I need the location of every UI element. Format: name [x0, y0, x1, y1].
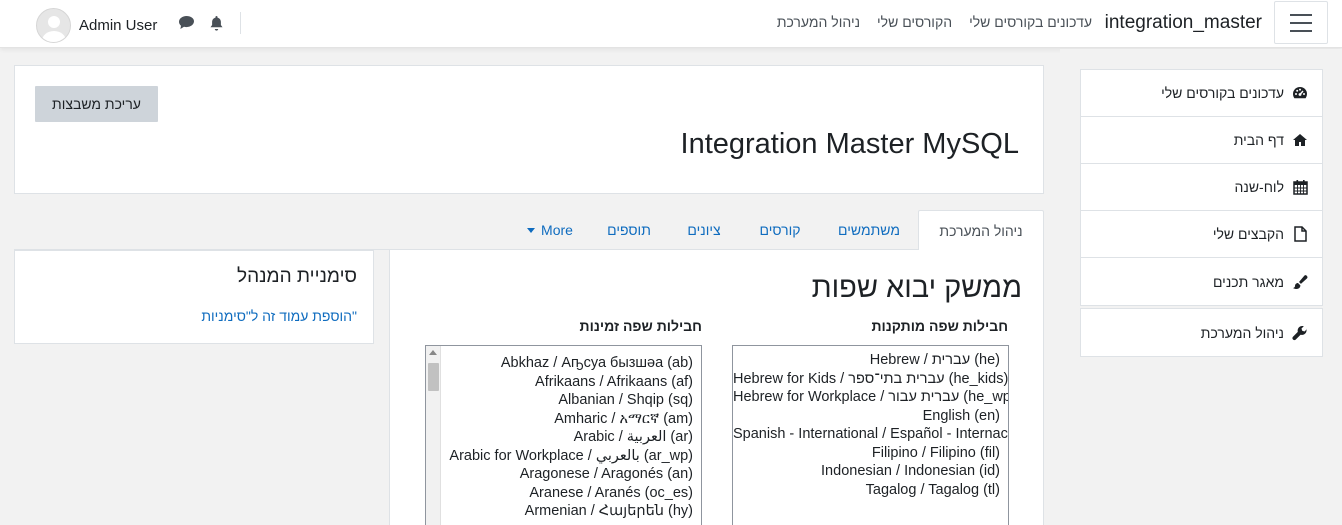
- scroll-thumb[interactable]: [428, 363, 439, 391]
- language-pack-option[interactable]: Aranese / Aranés (oc_es): [426, 484, 701, 503]
- paintbrush-icon: [1292, 274, 1308, 290]
- language-pack-option[interactable]: Amharic / አማርኛ (am): [426, 410, 701, 429]
- main-region: ממשק יבוא שפות חבילות שפה מותקנות חבילות…: [389, 250, 1044, 525]
- language-pack-option[interactable]: Spanish - International / Español - Inte…: [733, 425, 1008, 444]
- language-pack-option[interactable]: Armenian / Հայերեն (hy): [426, 502, 701, 521]
- hamburger-icon-line: [1290, 21, 1312, 24]
- language-pack-option[interactable]: Arabic for Workplace / بالعربي (ar_wp): [426, 447, 701, 466]
- file-icon: [1292, 226, 1308, 242]
- language-pack-option[interactable]: Albanian / Shqip (sq): [426, 391, 701, 410]
- caret-down-icon: [527, 227, 536, 233]
- site-name[interactable]: integration_master: [1105, 12, 1262, 34]
- hamburger-icon-line: [1290, 29, 1312, 32]
- tab-courses[interactable]: קורסים: [741, 210, 819, 250]
- message-icon[interactable]: [178, 15, 195, 35]
- hamburger-icon: [1290, 13, 1312, 16]
- language-pack-option[interactable]: Arabic / العربية (ar): [426, 428, 701, 447]
- nav-divider: [240, 12, 241, 34]
- scroll-up-arrow-icon[interactable]: [429, 350, 437, 355]
- tab-more[interactable]: More: [514, 210, 586, 250]
- wrench-icon: [1292, 325, 1308, 341]
- page-heading: ממשק יבוא שפות: [811, 272, 1022, 304]
- drawer-item-my-files[interactable]: הקבצים שלי: [1081, 211, 1322, 258]
- drawer-nav-list: עדכונים בקורסים שלי דף הבית לוח-שנה הקבצ…: [1080, 69, 1323, 306]
- language-pack-option[interactable]: Filipino / Filipino (fil): [733, 444, 1008, 463]
- top-nav-link-my-courses[interactable]: הקורסים שלי: [877, 14, 952, 30]
- language-pack-option[interactable]: Tagalog / Tagalog (tl): [733, 481, 1008, 500]
- username[interactable]: Admin User: [79, 17, 157, 34]
- drawer-item-my-courses-updates[interactable]: עדכונים בקורסים שלי: [1081, 70, 1322, 117]
- drawer-item-label: הקבצים שלי: [1212, 226, 1284, 242]
- top-nav-link-site-admin[interactable]: ניהול המערכת: [777, 14, 860, 30]
- installed-packs-label: חבילות שפה מותקנות: [871, 318, 1008, 334]
- dashboard-icon: [1292, 85, 1308, 101]
- drawer-item-home[interactable]: דף הבית: [1081, 117, 1322, 164]
- drawer-item-site-admin[interactable]: ניהול המערכת: [1081, 309, 1322, 356]
- bookmark-this-page-link[interactable]: הוספת עמוד זה ל"סימניות": [201, 308, 357, 324]
- block-title: סימניית המנהל: [237, 266, 357, 287]
- tab-grades[interactable]: ציונים: [671, 210, 737, 250]
- installed-packs-options: Hebrew / עברית (he) Hebrew for Kids / עבר…: [733, 346, 1008, 499]
- language-pack-option[interactable]: Abkhaz / Аҧсуа бызшәа (ab): [426, 354, 701, 373]
- nav-drawer: עדכונים בקורסים שלי דף הבית לוח-שנה הקבצ…: [1060, 49, 1342, 525]
- available-packs-options: Abkhaz / Аҧсуа бызшәа (ab) Afrikaans / Af…: [426, 346, 701, 521]
- admin-bookmarks-block: סימניית המנהל הוספת עמוד זה ל"סימניות": [14, 250, 374, 344]
- top-nav-link-my-courses-updates[interactable]: עדכונים בקורסים שלי: [969, 14, 1092, 30]
- available-packs-label: חבילות שפה זמינות: [579, 318, 702, 334]
- drawer-item-label: דף הבית: [1233, 132, 1284, 148]
- language-pack-option[interactable]: Aragonese / Aragonés (an): [426, 465, 701, 484]
- page-title: Integration Master MySQL: [680, 128, 1019, 160]
- listbox-scrollbar[interactable]: [426, 346, 441, 525]
- home-icon: [1292, 132, 1308, 148]
- installed-packs-select[interactable]: Hebrew / עברית (he) Hebrew for Kids / עבר…: [732, 345, 1009, 525]
- drawer-item-label: מאגר תכנים: [1212, 273, 1284, 290]
- drawer-item-label: עדכונים בקורסים שלי: [1161, 85, 1284, 101]
- language-pack-option[interactable]: Hebrew / עברית (he): [733, 351, 1008, 370]
- avatar[interactable]: [36, 8, 71, 43]
- drawer-admin-list: ניהול המערכת: [1080, 308, 1323, 357]
- navbar: integration_master עדכונים בקורסים שלי ה…: [0, 0, 1342, 48]
- drawer-item-content-bank[interactable]: מאגר תכנים: [1081, 258, 1322, 305]
- menu-toggle-button[interactable]: [1274, 1, 1328, 44]
- edit-blocks-button[interactable]: עריכת משבצות: [35, 86, 158, 122]
- language-pack-option[interactable]: Hebrew for Workplace / עברית עבור (he_wp…: [733, 388, 1008, 407]
- tab-plugins[interactable]: תוספים: [591, 210, 667, 250]
- tab-more-label: More: [541, 222, 573, 238]
- language-pack-option[interactable]: Hebrew for Kids / עברית בתי־ספר (he_kids…: [733, 370, 1008, 389]
- tab-site-admin[interactable]: ניהול המערכת: [918, 210, 1044, 251]
- drawer-item-label: לוח-שנה: [1234, 179, 1284, 195]
- calendar-icon: [1292, 179, 1308, 195]
- language-pack-option[interactable]: Afrikaans / Afrikaans (af): [426, 373, 701, 392]
- user-menu[interactable]: Admin User: [36, 8, 157, 43]
- language-pack-option[interactable]: English (en): [733, 407, 1008, 426]
- available-packs-select[interactable]: Abkhaz / Аҧсуа бызшәа (ab) Afrikaans / Af…: [425, 345, 702, 525]
- language-pack-option[interactable]: Indonesian / Indonesian (id): [733, 462, 1008, 481]
- top-nav: עדכונים בקורסים שלי הקורסים שלי ניהול המ…: [777, 14, 1092, 30]
- drawer-item-calendar[interactable]: לוח-שנה: [1081, 164, 1322, 211]
- page-header: עריכת משבצות Integration Master MySQL: [14, 65, 1044, 194]
- admin-tabs: ניהול המערכת משתמשים קורסים ציונים תוספי…: [14, 210, 1044, 251]
- bell-icon[interactable]: [209, 15, 224, 35]
- drawer-item-label: ניהול המערכת: [1200, 324, 1284, 341]
- tab-users[interactable]: משתמשים: [822, 210, 916, 250]
- nav-icons: [178, 15, 224, 35]
